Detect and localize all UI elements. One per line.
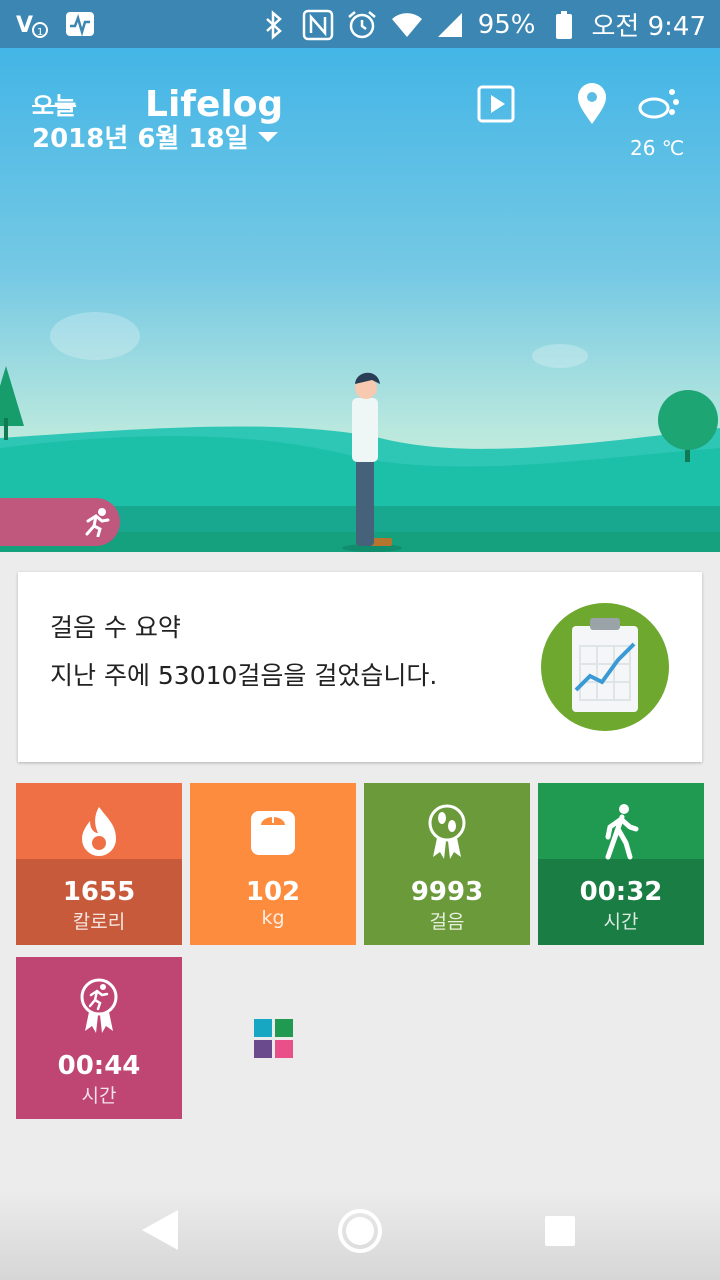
svg-text:V: V xyxy=(16,13,33,38)
grid-icon xyxy=(254,1019,293,1058)
summary-title: 걸음 수 요약 xyxy=(50,613,181,642)
scale-icon xyxy=(251,811,295,855)
flame-icon xyxy=(82,807,116,856)
weight-tile[interactable]: 102 kg xyxy=(190,783,356,945)
tile-label: 걸음 xyxy=(429,911,465,933)
today-button[interactable]: 오늘 xyxy=(32,86,76,121)
running-time-tile[interactable]: 00:44 시간 xyxy=(16,957,182,1119)
bluetooth-icon xyxy=(258,9,290,41)
recents-button[interactable] xyxy=(543,1214,577,1248)
battery-icon xyxy=(548,9,580,41)
calories-tile[interactable]: 1655 칼로리 xyxy=(16,783,182,945)
tile-value: 1655 xyxy=(62,877,136,907)
activity-tab[interactable] xyxy=(0,498,120,546)
location-pin-icon[interactable] xyxy=(570,82,614,126)
alarm-icon xyxy=(346,9,378,41)
tile-value: 102 xyxy=(245,877,301,907)
steps-medal-icon xyxy=(428,804,466,859)
navigation-bar xyxy=(0,1186,720,1280)
add-widget-button[interactable] xyxy=(254,1019,294,1059)
tile-value: 9993 xyxy=(410,877,484,907)
tile-label: 시간 xyxy=(603,911,639,933)
play-icon[interactable] xyxy=(474,82,518,126)
summary-description: 지난 주에 53010걸음을 걸었습니다. xyxy=(50,661,438,690)
volte-icon: V1 xyxy=(16,8,48,40)
hero-illustration: 오늘 Lifelog 2018년 6월 18일 26 ℃ xyxy=(0,48,720,552)
weather-icon[interactable] xyxy=(636,82,680,126)
steps-summary-card[interactable]: 걸음 수 요약 지난 주에 53010걸음을 걸었습니다. xyxy=(18,572,702,762)
battery-percent: 95% xyxy=(477,9,536,40)
activity-icon xyxy=(64,8,96,40)
walking-time-tile[interactable]: 00:32 시간 xyxy=(538,783,704,945)
tile-value: 00:44 xyxy=(57,1051,141,1081)
clock-time: 오전 9:47 xyxy=(591,12,707,42)
chevron-down-icon[interactable] xyxy=(258,132,278,142)
home-button[interactable] xyxy=(337,1208,383,1254)
clipboard-chart-icon xyxy=(540,602,670,732)
running-icon xyxy=(85,508,110,537)
date-selector[interactable]: 2018년 6월 18일 xyxy=(32,118,249,155)
signal-icon xyxy=(434,9,466,41)
running-medal-icon xyxy=(80,978,118,1033)
svg-text:1: 1 xyxy=(37,27,43,38)
nfc-icon xyxy=(302,9,334,41)
steps-tile[interactable]: 9993 걸음 xyxy=(364,783,530,945)
tile-value: 00:32 xyxy=(579,877,663,907)
tile-label: 시간 xyxy=(81,1085,117,1107)
walking-icon xyxy=(605,804,639,860)
wifi-icon xyxy=(390,9,422,41)
tile-label: 칼로리 xyxy=(72,911,126,933)
back-button[interactable] xyxy=(140,1208,180,1252)
status-bar: V1 95% 오전 9:47 xyxy=(0,0,720,48)
temperature: 26 ℃ xyxy=(630,136,685,160)
tile-label: kg xyxy=(261,907,285,929)
